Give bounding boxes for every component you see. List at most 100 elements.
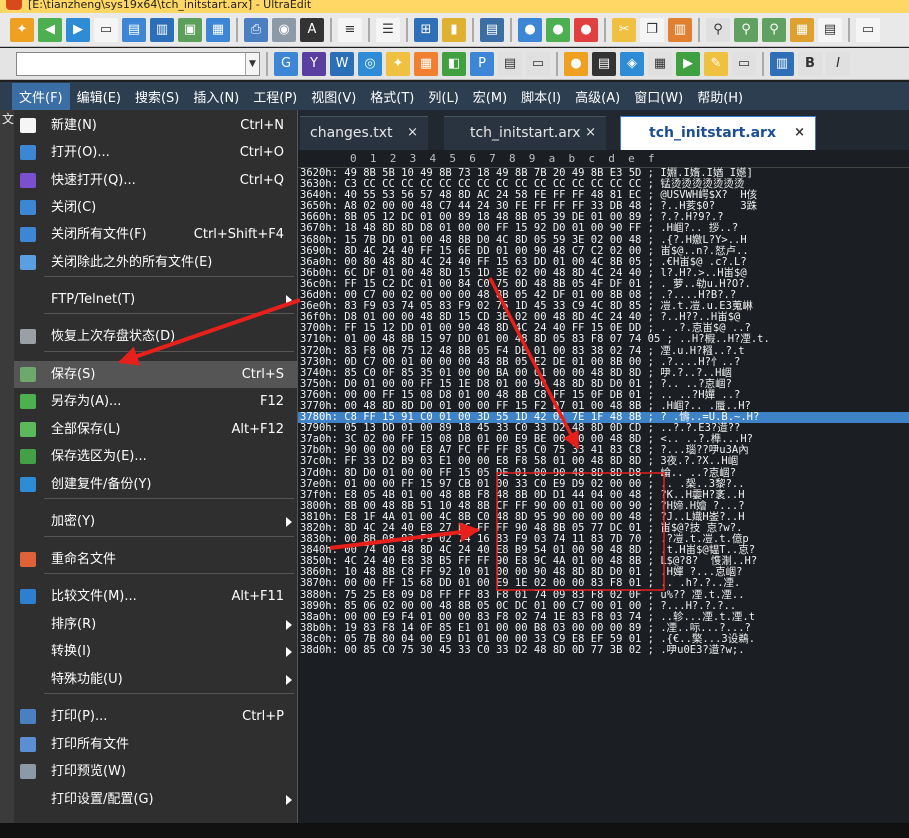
file-menu-item-19[interactable]: 打印(P)... Ctrl+P: [14, 703, 297, 730]
config-icon[interactable]: ▭: [732, 51, 756, 76]
hex-mode-icon[interactable]: ⊞: [414, 17, 438, 42]
menu-file[interactable]: 文件(F): [12, 82, 70, 110]
run-icon[interactable]: ▶: [676, 51, 700, 76]
list-icon[interactable]: ☰: [376, 17, 400, 42]
menu-project[interactable]: 工程(P): [246, 83, 304, 110]
msdn-icon[interactable]: ◧: [442, 51, 466, 76]
file-menu-item-10[interactable]: 全部保存(L) Alt+F12: [14, 416, 297, 443]
wrench-icon[interactable]: ✎: [704, 51, 728, 76]
file-menu-item-14[interactable]: 重命名文件: [14, 546, 297, 573]
hex-row[interactable]: 3670h: 18 48 8D 8D D8 01 00 00 FF 15 92 …: [298, 223, 909, 234]
file-menu-item-8[interactable]: 保存(S) Ctrl+S: [14, 361, 297, 388]
file-menu-item-15[interactable]: 比较文件(M)... Alt+F11: [14, 583, 297, 610]
tab-1[interactable]: tch_initstart.arx ×: [444, 116, 606, 150]
find-icon[interactable]: ⚲: [706, 17, 730, 42]
column-mode-icon[interactable]: ▮: [442, 17, 466, 42]
circle-icon[interactable]: ●: [564, 51, 588, 76]
file-menu-item-6[interactable]: FTP/Telnet(T): [14, 286, 297, 313]
file-menu-item-17[interactable]: 转换(I): [14, 638, 297, 665]
italic-icon[interactable]: I: [826, 51, 850, 76]
close-icon[interactable]: ×: [407, 117, 418, 149]
hex-row[interactable]: 37c0h: FF 33 D2 B9 03 E1 00 00 E8 F8 58 …: [298, 456, 909, 467]
hex-row[interactable]: 38d0h: 00 85 C0 75 30 45 33 C0 33 D2 48 …: [298, 644, 909, 656]
file-menu-item-16[interactable]: 排序(R): [14, 611, 297, 638]
find-next-icon[interactable]: ⚲: [734, 17, 758, 42]
hex-rows[interactable]: 3620h: 49 8B 5B 10 49 8B 73 18 49 8B 7B …: [298, 167, 909, 656]
php-icon[interactable]: P: [470, 51, 494, 76]
file-menu-item-13[interactable]: 加密(Y): [14, 508, 297, 535]
hex-row[interactable]: 3680h: 15 7B DD 01 00 48 8B D0 4C 8D 05 …: [298, 234, 909, 246]
menu-script[interactable]: 脚本(I): [514, 83, 568, 110]
hex-row[interactable]: 3710h: 01 00 48 8B 15 97 DD 01 00 48 8D …: [298, 334, 909, 345]
menu-format[interactable]: 格式(T): [363, 83, 421, 110]
file-menu-item-4[interactable]: 关闭所有文件(F) Ctrl+Shift+F4: [14, 221, 297, 248]
new-icon[interactable]: ✦: [10, 17, 34, 42]
close-icon[interactable]: ×: [585, 117, 596, 149]
view-icon[interactable]: ▤: [480, 17, 504, 42]
open-icon[interactable]: ▤: [122, 17, 146, 42]
file-menu-item-22[interactable]: 打印设置/配置(G): [14, 786, 297, 813]
file-menu-item-0[interactable]: 新建(N) Ctrl+N: [14, 112, 297, 139]
menu-help[interactable]: 帮助(H): [690, 83, 750, 110]
file-menu-item-18[interactable]: 特殊功能(U): [14, 666, 297, 693]
forward-icon[interactable]: ▶: [66, 17, 90, 42]
file-menu-item-20[interactable]: 打印所有文件: [14, 731, 297, 758]
globe-icon[interactable]: ●: [518, 17, 542, 42]
chevron-down-icon[interactable]: ▼: [245, 52, 259, 75]
cut-icon[interactable]: ✂: [612, 17, 636, 42]
find-in-files-icon[interactable]: ▦: [790, 17, 814, 42]
menu-insert[interactable]: 插入(N): [186, 83, 246, 110]
file-menu-item-5[interactable]: 关闭除此之外的所有文件(E): [14, 249, 297, 276]
save-all-icon[interactable]: ▦: [206, 17, 230, 42]
hex-row[interactable]: 37d0h: 8D D0 01 00 00 FF 15 05 DE 01 00 …: [298, 467, 909, 479]
paste-icon[interactable]: ▥: [668, 17, 692, 42]
layout-icon[interactable]: ▥: [770, 51, 794, 76]
script-icon[interactable]: ◈: [620, 51, 644, 76]
replace-in-files-icon[interactable]: ▤: [818, 17, 842, 42]
menu-edit[interactable]: 编辑(E): [70, 83, 128, 110]
misc-icon[interactable]: ▭: [856, 17, 880, 42]
open-folder-icon[interactable]: ▥: [150, 17, 174, 42]
file-menu-item-2[interactable]: 快速打开(Q)... Ctrl+Q: [14, 167, 297, 194]
file-menu-item-11[interactable]: 保存选区为(E)...: [14, 443, 297, 470]
quick-search-combo[interactable]: ▼: [16, 51, 260, 76]
save-icon[interactable]: ▣: [178, 17, 202, 42]
bold-icon[interactable]: B: [798, 51, 822, 76]
file-menu-item-9[interactable]: 另存为(A)... F12: [14, 388, 297, 415]
copy-icon[interactable]: ❐: [640, 17, 664, 42]
file-menu-item-12[interactable]: 创建复件/备份(Y): [14, 471, 297, 498]
menu-view[interactable]: 视图(V): [304, 83, 363, 110]
hex-editor[interactable]: 0 1 2 3 4 5 6 7 8 9 a b c d e f 3620h: 4…: [298, 150, 909, 838]
menu-search[interactable]: 搜索(S): [128, 83, 186, 110]
menu-column[interactable]: 列(L): [421, 83, 465, 110]
tools-icon[interactable]: ▦: [648, 51, 672, 76]
wikipedia-icon[interactable]: W: [330, 51, 354, 76]
browser-icon[interactable]: ●: [574, 17, 598, 42]
hex-row[interactable]: 3870h: 00 00 FF 15 68 DD 01 00 E9 1E 02 …: [298, 578, 909, 589]
back-icon[interactable]: ◀: [38, 17, 62, 42]
menu-macro[interactable]: 宏(M): [466, 83, 514, 110]
replace-icon[interactable]: ⚲: [762, 17, 786, 42]
macro-icon[interactable]: ▤: [592, 51, 616, 76]
file-menu-item-3[interactable]: 关闭(C): [14, 194, 297, 221]
hex-row[interactable]: 3880h: 75 25 E8 09 D8 FF FF 83 F8 01 74 …: [298, 589, 909, 601]
web-icon[interactable]: ◎: [358, 51, 382, 76]
file-menu-item-7[interactable]: 恢复上次存盘状态(D): [14, 323, 297, 350]
custom-search-icon[interactable]: ▭: [526, 51, 550, 76]
yahoo-search-icon[interactable]: Y: [302, 51, 326, 76]
font-icon[interactable]: A: [300, 17, 324, 42]
print-preview-icon[interactable]: ◉: [272, 17, 296, 42]
new-file-icon[interactable]: ▭: [94, 17, 118, 42]
sql-icon[interactable]: ▤: [498, 51, 522, 76]
print-icon[interactable]: ⎙: [244, 17, 268, 42]
menu-advanced[interactable]: 高级(A): [568, 83, 627, 110]
google-search-icon[interactable]: G: [274, 51, 298, 76]
file-menu-item-1[interactable]: 打开(O)... Ctrl+O: [14, 139, 297, 166]
menu-window[interactable]: 窗口(W): [627, 83, 690, 110]
tab-2[interactable]: tch_initstart.arx ×: [620, 116, 816, 150]
dictionary-icon[interactable]: ▦: [414, 51, 438, 76]
hex-row[interactable]: 3720h: 83 F8 0B 75 12 48 8B 05 F4 DE 01 …: [298, 345, 909, 357]
close-icon[interactable]: ×: [794, 117, 805, 149]
word-wrap-icon[interactable]: ≡: [338, 17, 362, 42]
star-icon[interactable]: ✦: [386, 51, 410, 76]
